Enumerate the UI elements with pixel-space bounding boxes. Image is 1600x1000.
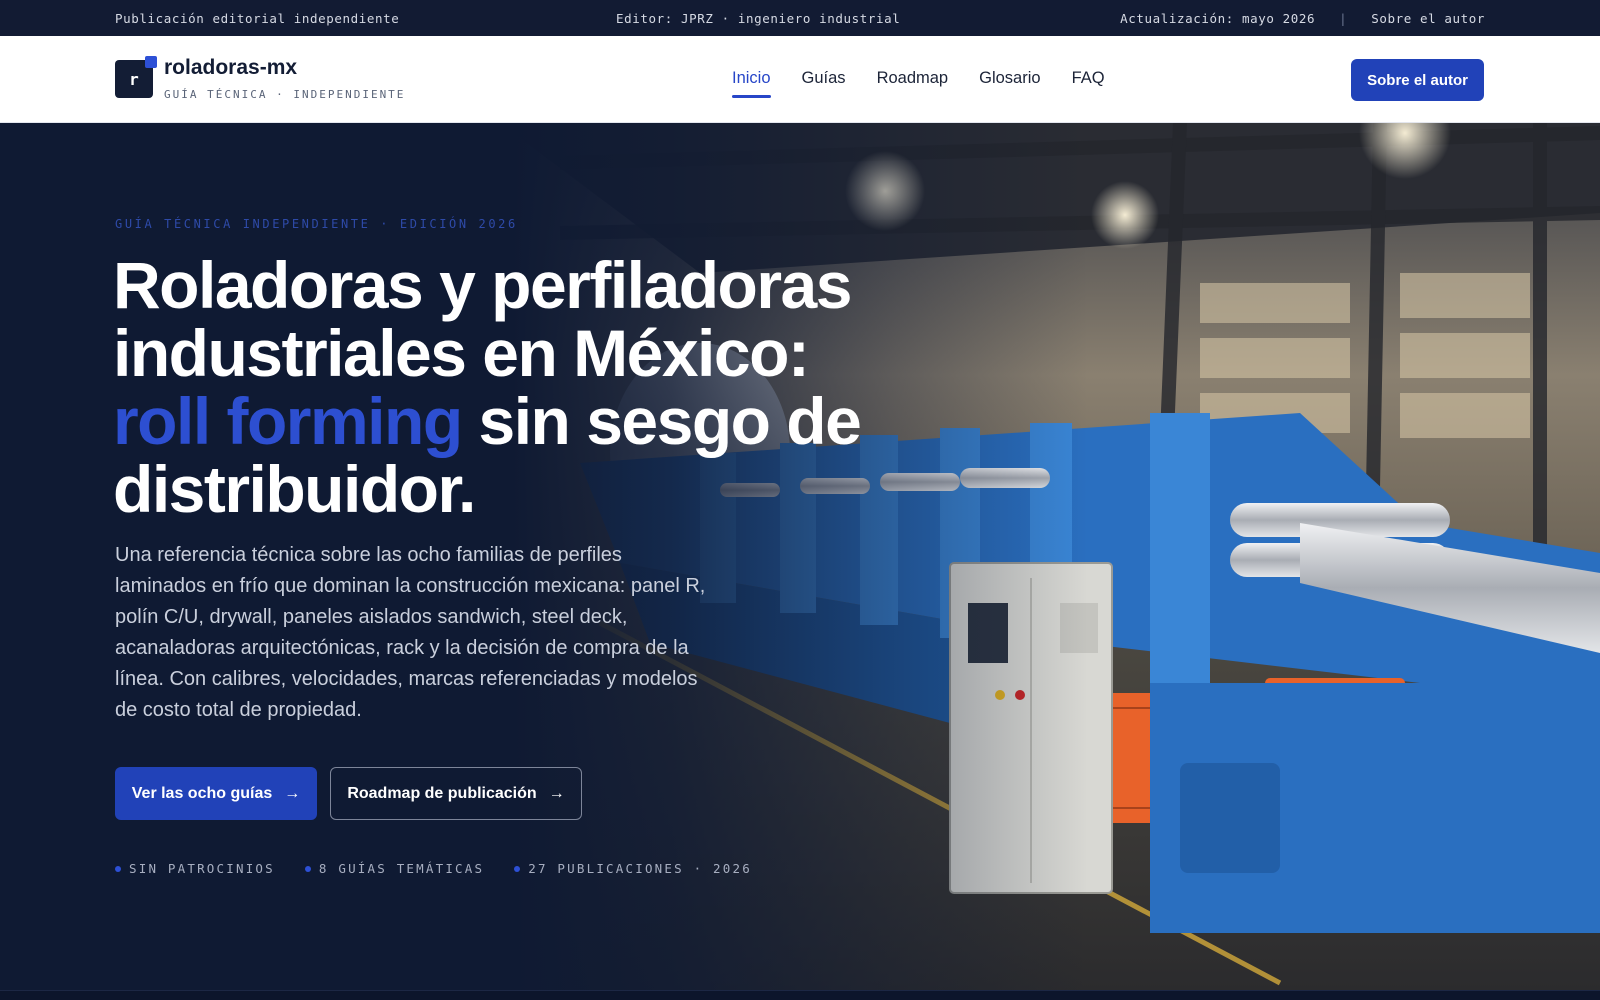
stat-item: 27 PUBLICACIONES · 2026 [514, 861, 752, 876]
publication-type: Publicación editorial independiente [115, 11, 400, 26]
hero-eyebrow: GUÍA TÉCNICA INDEPENDIENTE · EDICIÓN 202… [115, 217, 518, 231]
headline-accent: roll forming [113, 384, 463, 458]
view-guides-label: Ver las ocho guías [131, 784, 273, 802]
nav-item-roadmap[interactable]: Roadmap [877, 69, 949, 98]
nav-item-faq[interactable]: FAQ [1072, 69, 1105, 98]
bullet-dot-icon [514, 865, 521, 872]
logo-accent-dot [145, 56, 157, 68]
arrow-right-icon: → [548, 784, 565, 802]
hero-headline: Roladoras y perfiladoras industriales en… [113, 251, 913, 523]
stat-label: 27 PUBLICACIONES · 2026 [528, 861, 752, 876]
topbar-right: Actualización: mayo 2026 | Sobre el auto… [1120, 11, 1485, 26]
stat-label: 8 GUÍAS TEMÁTICAS [318, 861, 485, 876]
update-date: Actualización: mayo 2026 [1120, 11, 1316, 26]
hero-section: GUÍA TÉCNICA INDEPENDIENTE · EDICIÓN 202… [0, 123, 1600, 990]
nav-item-glosario[interactable]: Glosario [979, 69, 1040, 98]
view-guides-button[interactable]: Ver las ocho guías → [115, 767, 317, 820]
topbar-about-link[interactable]: Sobre el autor [1371, 11, 1485, 26]
nav-item-guias[interactable]: Guías [802, 69, 846, 98]
main-nav: Inicio Guías Roadmap Glosario FAQ [732, 69, 1105, 98]
headline-part-1: Roladoras y perfiladoras industriales en… [113, 248, 852, 390]
stat-label: SIN PATROCINIOS [129, 861, 275, 876]
top-info-bar: Publicación editorial independiente Edit… [0, 0, 1600, 36]
nav-item-inicio[interactable]: Inicio [732, 69, 771, 98]
brand-tagline: GUÍA TÉCNICA · INDEPENDIENTE [164, 88, 406, 101]
hero-description: Una referencia técnica sobre las ocho fa… [115, 544, 706, 721]
roadmap-button[interactable]: Roadmap de publicación → [330, 767, 582, 820]
roadmap-label: Roadmap de publicación [347, 784, 537, 802]
arrow-right-icon: → [284, 784, 301, 802]
stat-item: 8 GUÍAS TEMÁTICAS [304, 861, 485, 876]
stat-item: SIN PATROCINIOS [115, 861, 275, 876]
site-header: r roladoras-mx GUÍA TÉCNICA · INDEPENDIE… [0, 36, 1600, 123]
about-author-button[interactable]: Sobre el autor [1351, 59, 1484, 101]
next-section-edge [0, 990, 1600, 1000]
bullet-dot-icon [115, 865, 121, 872]
topbar-separator: | [1339, 11, 1348, 26]
brand-name[interactable]: roladoras-mx [164, 56, 297, 80]
editor-credit: Editor: JPRZ · ingeniero industrial [616, 11, 901, 26]
hero-stats: SIN PATROCINIOS 8 GUÍAS TEMÁTICAS 27 PUB… [115, 861, 752, 876]
bullet-dot-icon [304, 865, 311, 872]
